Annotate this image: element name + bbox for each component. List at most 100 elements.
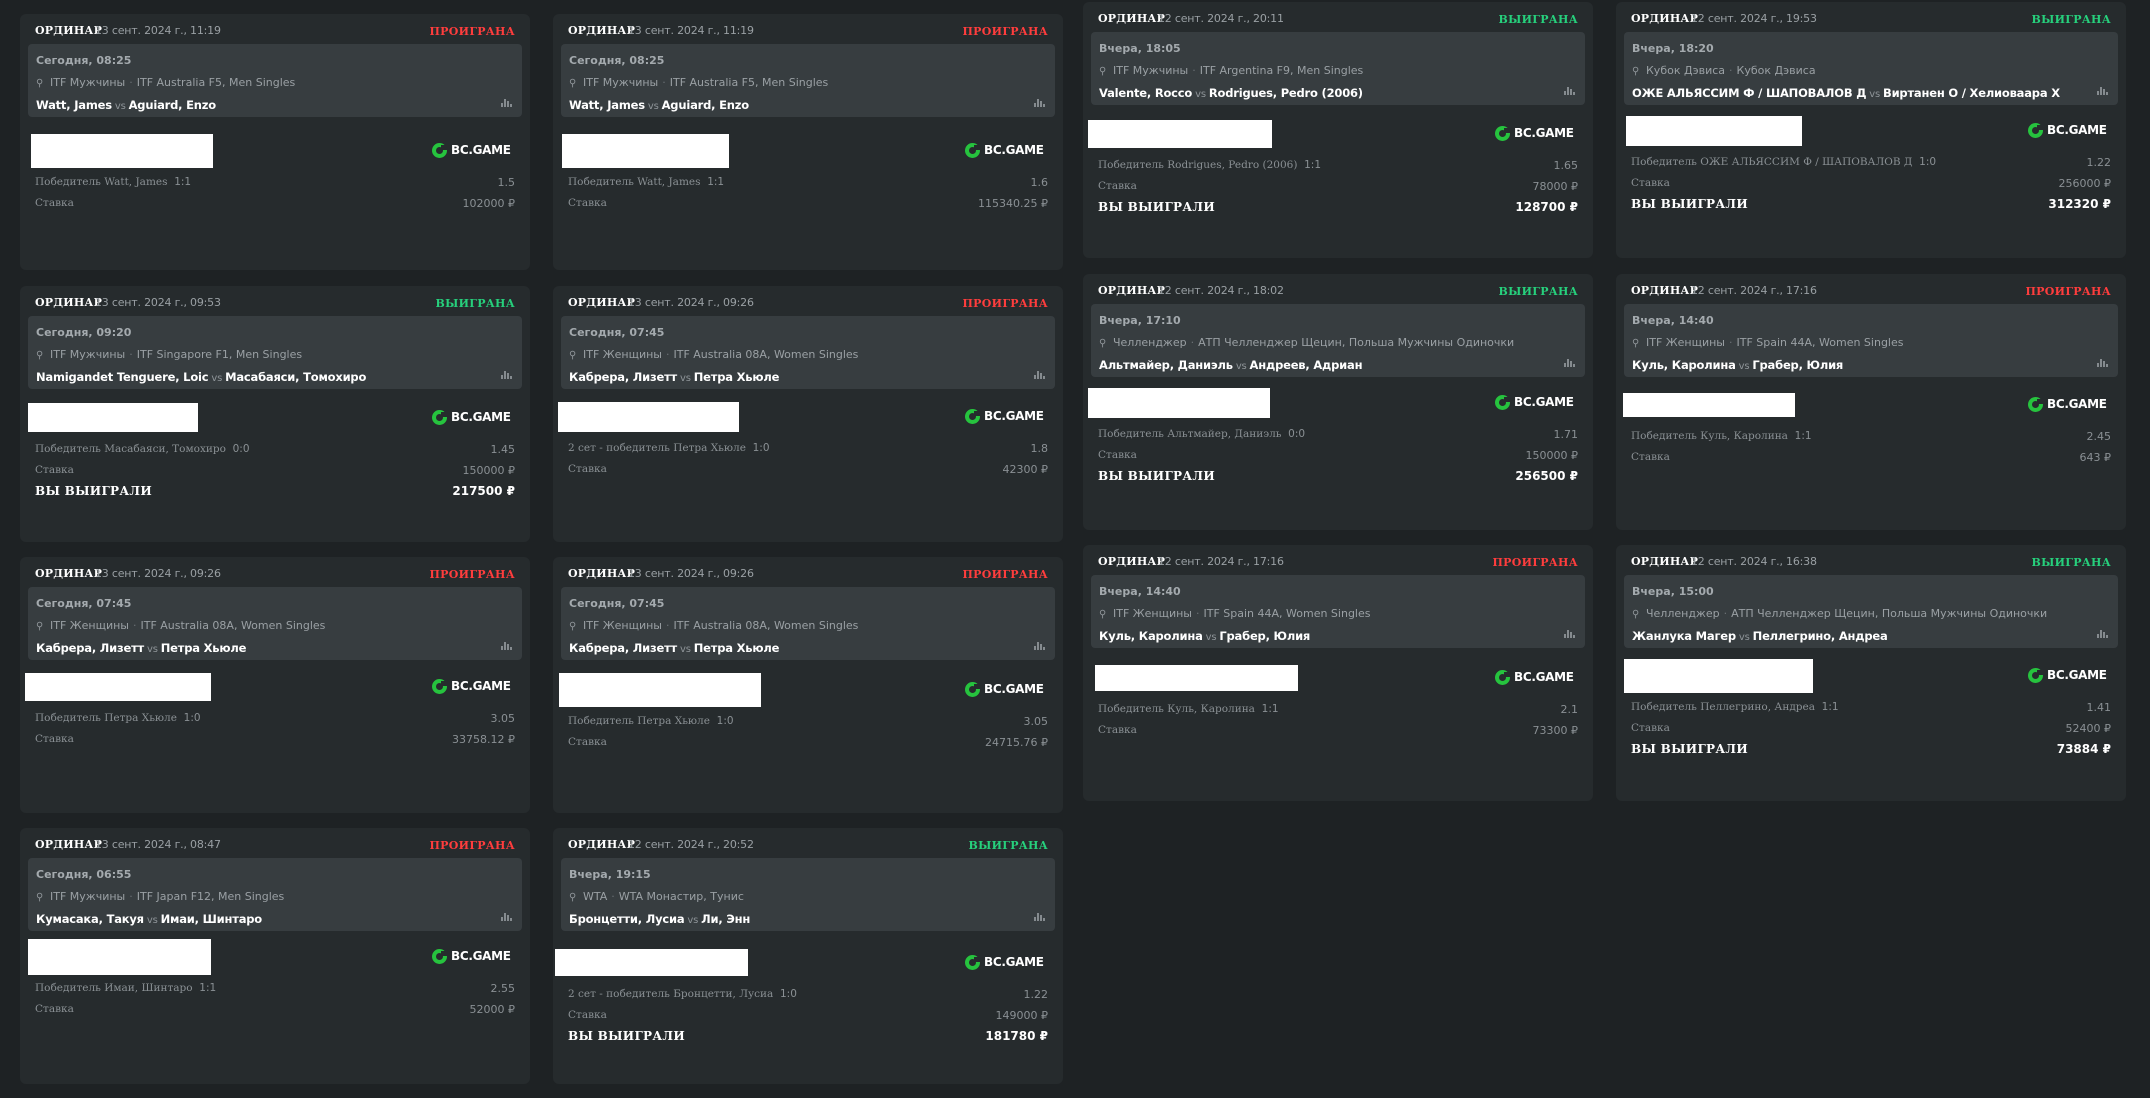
- bet-status-badge: ВЫИГРАНА: [1498, 13, 1578, 26]
- event-box[interactable]: Сегодня, 08:25 ⚲ ITF Мужчины · ITF Australi…: [28, 44, 522, 117]
- separator-dot: ·: [1190, 336, 1195, 349]
- selection-text: Победитель Петра Хьюле: [35, 712, 177, 724]
- odds-value: 3.05: [1023, 715, 1049, 728]
- event-box[interactable]: Сегодня, 06:55 ⚲ ITF Мужчины · ITF Japan F1…: [28, 858, 522, 931]
- selection-score: 1:1: [1261, 703, 1279, 715]
- selection-label: Победитель Куль, Каролина 1:1: [1098, 703, 1279, 715]
- brand-mark: BC.GAME: [2028, 396, 2108, 414]
- event-league: ⚲ ITF Мужчины · ITF Singapore F1, Men Singl…: [36, 348, 302, 361]
- selection-row: Победитель Watt, James 1:1 1.6: [568, 176, 1048, 192]
- team-away: Виртанен О / Хелиоваара Х: [1883, 86, 2060, 100]
- stats-bars-icon[interactable]: [501, 370, 512, 379]
- stats-bars-icon[interactable]: [1034, 641, 1045, 650]
- league-tournament: АТП Челленджер Щецин, Польша Мужчины Оди…: [1198, 336, 1515, 349]
- separator-dot: ·: [662, 76, 666, 89]
- team-home: Namigandet Tenguere, Loic: [36, 370, 209, 384]
- stake-row: Ставка 78000 ₽: [1098, 180, 1578, 196]
- selection-label: 2 сет - победитель Петра Хьюле 1:0: [568, 442, 770, 454]
- event-box[interactable]: Сегодня, 07:45 ⚲ ITF Женщины · ITF Australi…: [561, 316, 1055, 389]
- event-box[interactable]: Сегодня, 09:20 ⚲ ITF Мужчины · ITF Singapor…: [28, 316, 522, 389]
- event-box[interactable]: Вчера, 15:00 ⚲ Челленджер · АТП Челленджер …: [1624, 575, 2118, 648]
- tennis-racket-icon: ⚲: [569, 78, 577, 89]
- stats-bars-icon[interactable]: [1564, 86, 1575, 95]
- bet-date: 12 сент. 2024 г., 17:16: [1158, 555, 1284, 568]
- brand-mark: BC.GAME: [2028, 667, 2108, 685]
- stake-row: Ставка 52000 ₽: [35, 1003, 515, 1019]
- stats-bars-icon[interactable]: [501, 912, 512, 921]
- stake-value: 150000 ₽: [462, 464, 516, 477]
- stats-bars-icon[interactable]: [2097, 629, 2108, 638]
- event-box[interactable]: Вчера, 14:40 ⚲ ITF Женщины · ITF Spain 44A,…: [1624, 304, 2118, 377]
- bet-date: 12 сент. 2024 г., 16:38: [1691, 555, 1817, 568]
- bet-date: 13 сент. 2024 г., 09:26: [628, 567, 754, 580]
- event-teams: Жанлука Магер vs Пеллегрино, Андреа: [1632, 629, 1888, 643]
- selection-score: 0:0: [1288, 428, 1306, 440]
- event-box[interactable]: Вчера, 19:15 ⚲ WTA · WTA Монастир, Тунис Бр…: [561, 858, 1055, 931]
- stake-value: 115340.25 ₽: [978, 197, 1048, 210]
- league-category: ITF Женщины: [583, 348, 662, 361]
- selection-text: Победитель ОЖЕ АЛЬЯССИМ Ф / ШАПОВАЛОВ Д: [1631, 156, 1913, 168]
- stats-bars-icon[interactable]: [501, 641, 512, 650]
- team-away: Aguiard, Enzo: [661, 98, 750, 112]
- odds-value: 1.6: [1030, 176, 1049, 189]
- stats-bars-icon[interactable]: [501, 98, 512, 107]
- league-tournament: ITF Australia 08A, Women Singles: [140, 619, 326, 632]
- brand-name: BC.GAME: [451, 143, 511, 157]
- tennis-racket-icon: ⚲: [1632, 338, 1640, 349]
- stake-label: Ставка: [1631, 722, 1670, 734]
- stats-bars-icon[interactable]: [1034, 98, 1045, 107]
- selection-score: 1:0: [780, 988, 797, 1000]
- stake-row: Ставка 256000 ₽: [1631, 177, 2111, 193]
- stats-bars-icon[interactable]: [1564, 358, 1575, 367]
- event-box[interactable]: Вчера, 18:05 ⚲ ITF Мужчины · ITF Argentina …: [1091, 32, 1585, 105]
- event-box[interactable]: Сегодня, 07:45 ⚲ ITF Женщины · ITF Australi…: [561, 587, 1055, 660]
- team-home: Watt, James: [569, 98, 645, 112]
- stats-bars-icon[interactable]: [2097, 358, 2108, 367]
- event-box[interactable]: Вчера, 14:40 ⚲ ITF Женщины · ITF Spain 44A,…: [1091, 575, 1585, 648]
- bet-status-badge: ПРОИГРАНА: [962, 25, 1048, 38]
- event-league: ⚲ ITF Женщины · ITF Australia 08A, Women Si…: [36, 619, 325, 632]
- bet-status-badge: ПРОИГРАНА: [429, 25, 515, 38]
- brand-mark: BC.GAME: [432, 678, 512, 696]
- team-away: Масабаяси, Томохиро: [225, 370, 367, 384]
- event-box[interactable]: Вчера, 18:20 ⚲ Кубок Дэвиса · Кубок Дэвиса …: [1624, 32, 2118, 105]
- bcgame-logo-icon: [432, 949, 447, 964]
- stake-value: 33758.12 ₽: [452, 733, 515, 746]
- league-tournament: ITF Australia F5, Men Singles: [669, 76, 829, 89]
- bet-type-label: ОРДИНАР: [1098, 555, 1166, 568]
- team-away: Грабер, Юлия: [1219, 629, 1311, 643]
- bcgame-logo-icon: [1495, 670, 1510, 685]
- bet-date: 13 сент. 2024 г., 11:19: [95, 24, 221, 37]
- stake-label: Ставка: [1098, 724, 1137, 736]
- team-away: Петра Хьюле: [160, 641, 247, 655]
- vs-label: vs: [211, 373, 223, 384]
- vs-label: vs: [1195, 89, 1206, 100]
- stake-label: Ставка: [35, 1003, 74, 1015]
- bet-type-label: ОРДИНАР: [568, 838, 636, 851]
- stats-bars-icon[interactable]: [1034, 912, 1045, 921]
- event-box[interactable]: Сегодня, 07:45 ⚲ ITF Женщины · ITF Australi…: [28, 587, 522, 660]
- stake-value: 150000 ₽: [1525, 449, 1579, 462]
- stats-bars-icon[interactable]: [1564, 629, 1575, 638]
- bcgame-logo-icon: [965, 409, 980, 424]
- bet-status-badge: ВЫИГРАНА: [2031, 556, 2111, 569]
- stats-bars-icon[interactable]: [2097, 86, 2108, 95]
- selection-label: Победитель Куль, Каролина 1:1: [1631, 430, 1812, 442]
- selection-row: Победитель Масабаяси, Томохиро 0:0 1.45: [35, 443, 515, 459]
- selection-label: Победитель Петра Хьюле 1:0: [568, 715, 734, 727]
- tennis-racket-icon: ⚲: [36, 621, 44, 632]
- team-away: Aguiard, Enzo: [128, 98, 217, 112]
- event-box[interactable]: Вчера, 17:10 ⚲ Челленджер · АТП Челленджер …: [1091, 304, 1585, 377]
- stake-label: Ставка: [35, 464, 74, 476]
- brand-name: BC.GAME: [451, 410, 511, 424]
- brand-name: BC.GAME: [2047, 668, 2107, 682]
- bet-card: ОРДИНАР 12 сент. 2024 г., 16:38 ВЫИГРАНА…: [1616, 545, 2126, 801]
- team-home: Кумасака, Такуя: [36, 912, 144, 926]
- card-header: ОРДИНАР 12 сент. 2024 г., 18:02 ВЫИГРАНА: [1098, 282, 1578, 300]
- event-box[interactable]: Сегодня, 08:25 ⚲ ITF Мужчины · ITF Australi…: [561, 44, 1055, 117]
- selection-score: 1:1: [1304, 159, 1322, 171]
- stats-bars-icon[interactable]: [1034, 370, 1045, 379]
- win-label: ВЫ ВЫИГРАЛИ: [35, 484, 152, 498]
- stake-row: Ставка 150000 ₽: [1098, 449, 1578, 465]
- redacted-block: [1088, 388, 1270, 418]
